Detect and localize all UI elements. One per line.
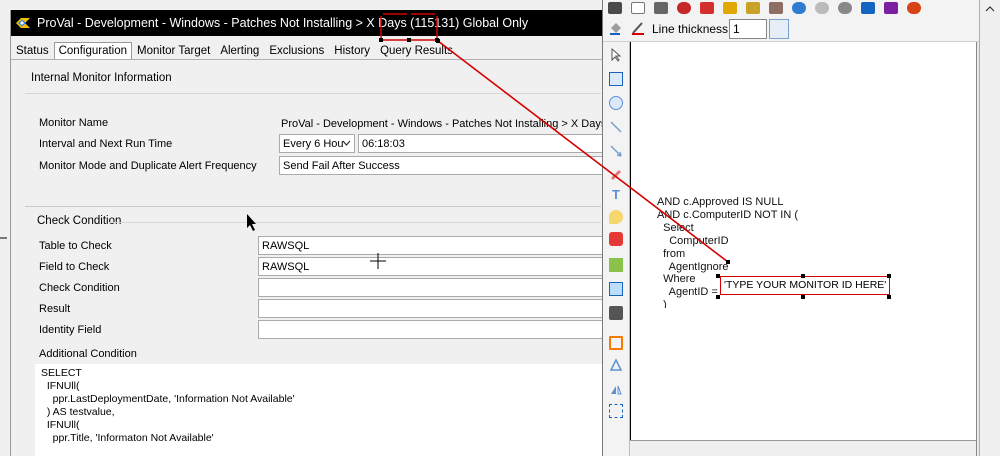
monitor-name-field[interactable]: ProVal - Development - Windows - Patches… bbox=[277, 114, 603, 133]
flip-tool-icon[interactable] bbox=[609, 382, 623, 396]
tab-exclusions[interactable]: Exclusions bbox=[264, 43, 329, 60]
copy-icon[interactable] bbox=[723, 2, 737, 14]
result-field[interactable] bbox=[258, 299, 603, 318]
app-logo-icon bbox=[16, 18, 30, 28]
section-divider bbox=[25, 206, 601, 207]
line-thickness-input[interactable]: 1 bbox=[729, 19, 767, 39]
counter-tool-icon[interactable] bbox=[609, 232, 623, 246]
rotate-tool-icon[interactable] bbox=[609, 358, 623, 372]
editor-top-toolbar bbox=[603, 0, 1000, 16]
check-condition-group-label: Check Condition bbox=[37, 215, 122, 227]
check-condition-separator bbox=[109, 222, 601, 223]
tab-strip: Status Configuration Monitor Target Aler… bbox=[11, 40, 458, 60]
cut-icon[interactable] bbox=[700, 2, 714, 14]
pointer-tool-button[interactable] bbox=[769, 19, 789, 39]
internal-info-group-label: Internal Monitor Information bbox=[31, 72, 172, 84]
chevron-down-icon bbox=[342, 140, 351, 146]
tab-configuration[interactable]: Configuration bbox=[53, 42, 133, 60]
ellipse-tool-icon[interactable] bbox=[609, 96, 623, 110]
interval-label: Interval and Next Run Time bbox=[39, 138, 173, 150]
interval-selected-value: Every 6 Hou bbox=[283, 138, 344, 150]
speech-bubble-icon[interactable] bbox=[609, 210, 623, 224]
new-document-icon[interactable] bbox=[631, 2, 645, 14]
table-to-check-field[interactable]: RAWSQL bbox=[258, 236, 603, 255]
redo-icon[interactable] bbox=[815, 2, 829, 14]
check-condition-field[interactable] bbox=[258, 278, 603, 297]
interval-select[interactable]: Every 6 Hou bbox=[279, 134, 355, 153]
rectangle-tool-icon[interactable] bbox=[609, 72, 623, 86]
identity-field[interactable] bbox=[258, 320, 603, 339]
tab-divider bbox=[11, 59, 603, 60]
resize-tool-icon[interactable] bbox=[609, 404, 623, 418]
select-arrow-icon[interactable] bbox=[609, 48, 623, 62]
magic-wand-icon[interactable] bbox=[609, 306, 623, 320]
paste-icon[interactable] bbox=[746, 2, 760, 14]
tab-alerting[interactable]: Alerting bbox=[215, 43, 264, 60]
save-icon[interactable] bbox=[608, 2, 622, 14]
crop-tool-icon[interactable] bbox=[609, 336, 623, 350]
field-to-check-label: Field to Check bbox=[39, 261, 110, 273]
line-color-icon[interactable] bbox=[630, 20, 646, 36]
editor-scrollbar[interactable] bbox=[979, 0, 1000, 456]
additional-condition-label: Additional Condition bbox=[39, 348, 137, 360]
obfuscate-icon[interactable] bbox=[609, 282, 623, 296]
line-thickness-label: Line thickness bbox=[652, 22, 729, 36]
tab-monitor-target[interactable]: Monitor Target bbox=[132, 43, 215, 60]
monitor-name-label: Monitor Name bbox=[39, 117, 109, 129]
editor-line-toolbar: Line thickness 1 bbox=[603, 16, 1000, 42]
onenote-icon[interactable] bbox=[884, 2, 898, 14]
fill-bucket-icon[interactable] bbox=[608, 20, 624, 36]
clipboard-icon[interactable] bbox=[769, 2, 783, 14]
monitor-window: ProVal - Development - Windows - Patches… bbox=[10, 10, 603, 456]
tab-query-results[interactable]: Query Results bbox=[375, 43, 458, 60]
mode-label: Monitor Mode and Duplicate Alert Frequen… bbox=[39, 160, 257, 172]
image-editor-window: Line thickness 1 T AND c.Approved IS NUL… bbox=[602, 0, 1000, 456]
settings-icon[interactable] bbox=[838, 2, 852, 14]
outlook-icon[interactable] bbox=[861, 2, 875, 14]
arrow-tool-icon[interactable] bbox=[609, 144, 623, 158]
powerpoint-icon[interactable] bbox=[907, 2, 921, 14]
check-condition-label: Check Condition bbox=[39, 282, 120, 294]
pencil-tool-icon[interactable] bbox=[609, 166, 623, 180]
additional-condition-textarea[interactable]: SELECT IFNUll( ppr.LastDeploymentDate, '… bbox=[35, 364, 603, 456]
canvas-border bbox=[630, 42, 631, 456]
editor-tool-sidebar: T bbox=[603, 42, 630, 456]
tab-status[interactable]: Status bbox=[11, 43, 54, 60]
chevron-up-icon[interactable] bbox=[985, 6, 995, 12]
line-tool-icon[interactable] bbox=[609, 120, 623, 134]
print-icon[interactable] bbox=[654, 2, 668, 14]
field-to-check-field[interactable]: RAWSQL bbox=[258, 257, 603, 276]
title-bar: ProVal - Development - Windows - Patches… bbox=[11, 10, 603, 36]
result-label: Result bbox=[39, 303, 71, 315]
monitor-id-text-box[interactable]: 'TYPE YOUR MONITOR ID HERE' bbox=[720, 276, 890, 295]
window-title: ProVal - Development - Windows - Patches… bbox=[37, 16, 529, 30]
identity-field-label: Identity Field bbox=[39, 324, 102, 336]
editor-status-bar bbox=[630, 440, 976, 456]
internal-info-separator bbox=[25, 93, 601, 94]
undo-icon[interactable] bbox=[792, 2, 806, 14]
table-to-check-label: Table to Check bbox=[39, 240, 112, 252]
mode-field[interactable]: Send Fail After Success bbox=[279, 156, 603, 175]
highlight-text-icon[interactable] bbox=[609, 258, 623, 272]
next-run-time-field[interactable]: 06:18:03 bbox=[358, 134, 603, 153]
tab-history[interactable]: History bbox=[329, 43, 375, 60]
text-tool-icon[interactable]: T bbox=[609, 188, 623, 202]
stop-icon[interactable] bbox=[677, 2, 691, 14]
